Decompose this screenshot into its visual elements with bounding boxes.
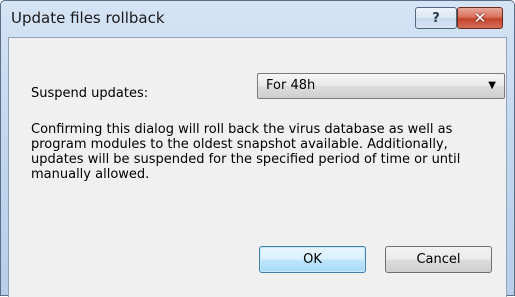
title-bar[interactable]: Update files rollback ? ✕	[1, 1, 514, 37]
window-title: Update files rollback	[11, 9, 165, 27]
help-icon: ?	[432, 10, 440, 26]
close-icon: ✕	[473, 9, 487, 27]
rollback-description: Confirming this dialog will roll back th…	[31, 122, 461, 182]
chevron-down-icon: ▼	[488, 80, 496, 91]
dialog-body: Suspend updates: For 48h ▼ Confirming th…	[8, 37, 507, 297]
suspend-updates-label: Suspend updates:	[31, 86, 149, 101]
suspend-duration-select[interactable]: For 48h ▼	[257, 73, 505, 99]
close-button[interactable]: ✕	[457, 7, 503, 29]
suspend-duration-value: For 48h	[266, 78, 316, 93]
cancel-button[interactable]: Cancel	[385, 246, 492, 273]
ok-button[interactable]: OK	[259, 246, 366, 273]
dialog-window: Update files rollback ? ✕ Suspend update…	[0, 0, 515, 297]
help-button[interactable]: ?	[415, 7, 457, 29]
